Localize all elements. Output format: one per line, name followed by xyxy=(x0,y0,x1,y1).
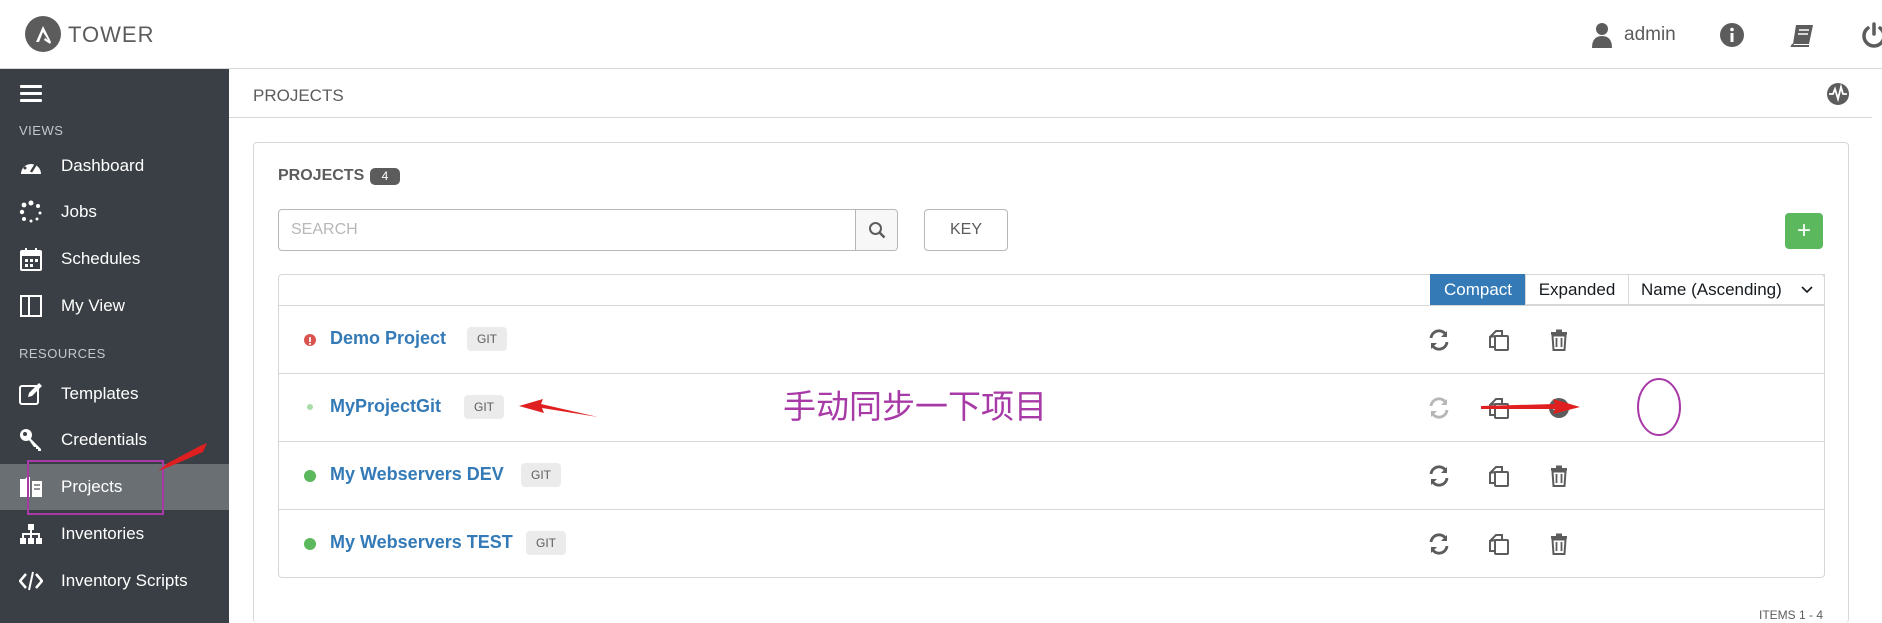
resources-section-label: RESOURCES xyxy=(19,346,106,361)
panel-title: PROJECTS xyxy=(278,167,365,184)
info-icon[interactable] xyxy=(1719,22,1745,48)
project-row: MyProjectGit GIT xyxy=(279,374,1824,442)
scm-type-badge: GIT xyxy=(521,463,561,487)
copy-icon[interactable] xyxy=(1486,531,1512,557)
success-status-icon[interactable] xyxy=(304,470,316,482)
documentation-book-icon[interactable] xyxy=(1790,22,1816,48)
project-row: Demo Project GIT xyxy=(279,306,1824,374)
views-section-label: VIEWS xyxy=(19,123,64,138)
sidebar-item-label: Schedules xyxy=(61,249,141,268)
sidebar-item-templates[interactable]: Templates xyxy=(0,371,229,417)
copy-icon[interactable] xyxy=(1486,327,1512,353)
project-row: My Webservers TEST GIT xyxy=(279,510,1824,578)
pending-status-icon[interactable] xyxy=(307,404,313,410)
sidebar-item-label: My View xyxy=(61,296,125,315)
calendar-icon xyxy=(19,247,43,271)
projects-list: Compact Expanded Name (Ascending) Demo P… xyxy=(278,274,1825,578)
sidebar-item-label: Dashboard xyxy=(61,156,145,175)
sidebar-item-dashboard[interactable]: Dashboard xyxy=(0,143,229,189)
project-name-link[interactable]: My Webservers DEV xyxy=(330,464,504,485)
search-box xyxy=(278,209,898,251)
tower-logo-icon[interactable] xyxy=(25,16,61,52)
delete-trash-icon[interactable] xyxy=(1546,327,1572,353)
sync-refresh-icon[interactable] xyxy=(1426,327,1452,353)
sort-select[interactable]: Name (Ascending) xyxy=(1628,274,1825,305)
key-button[interactable]: KEY xyxy=(924,209,1008,251)
sidebar-item-label: Projects xyxy=(61,477,123,496)
project-name-link[interactable]: My Webservers TEST xyxy=(330,532,513,553)
compact-view-button[interactable]: Compact xyxy=(1430,274,1526,305)
sync-refresh-icon[interactable] xyxy=(1426,395,1452,421)
jobs-spinner-icon xyxy=(19,200,43,224)
copy-icon[interactable] xyxy=(1486,395,1512,421)
breadcrumb-projects: PROJECTS xyxy=(253,86,344,105)
sitemap-icon xyxy=(19,522,43,546)
sidebar-item-label: Inventories xyxy=(61,524,145,543)
sidebar-item-schedules[interactable]: Schedules xyxy=(0,236,229,282)
add-project-button[interactable]: + xyxy=(1785,213,1823,249)
breadcrumb-bar: PROJECTS xyxy=(229,69,1872,118)
success-status-icon[interactable] xyxy=(304,538,316,550)
columns-icon xyxy=(19,294,43,318)
sync-refresh-icon[interactable] xyxy=(1426,531,1452,557)
projects-panel: PROJECTS 4 KEY + Compact Expanded Name (… xyxy=(253,142,1849,623)
sidebar-item-projects[interactable]: Projects xyxy=(0,464,229,510)
sync-refresh-icon[interactable] xyxy=(1426,463,1452,489)
key-icon xyxy=(19,428,43,452)
sidebar-item-label: Credentials xyxy=(61,430,147,449)
failed-status-icon[interactable] xyxy=(304,334,316,346)
dashboard-icon xyxy=(19,154,43,178)
logout-power-icon[interactable] xyxy=(1860,21,1882,49)
sidebar-item-jobs[interactable]: Jobs xyxy=(0,189,229,235)
search-button[interactable] xyxy=(855,210,897,250)
project-name-link[interactable]: Demo Project xyxy=(330,328,446,349)
project-name-link[interactable]: MyProjectGit xyxy=(330,396,441,417)
logo-text[interactable]: TOWER xyxy=(68,22,154,48)
activity-stream-icon[interactable] xyxy=(1826,82,1850,106)
search-input[interactable] xyxy=(279,210,857,250)
annotation-text: 手动同步一下项目 xyxy=(783,388,1047,425)
scm-type-badge: GIT xyxy=(467,327,507,351)
sidebar-item-my-view[interactable]: My View xyxy=(0,283,229,329)
top-navbar: TOWER admin xyxy=(0,0,1882,69)
user-icon[interactable] xyxy=(1590,22,1614,48)
scm-type-badge: GIT xyxy=(526,531,566,555)
scm-type-badge: GIT xyxy=(464,395,504,419)
sidebar-item-label: Templates xyxy=(61,384,139,403)
sidebar-item-credentials[interactable]: Credentials xyxy=(0,417,229,463)
sidebar-item-label: Inventory Scripts xyxy=(61,571,188,590)
projects-count-badge: 4 xyxy=(370,168,400,185)
items-count: ITEMS 1 - 4 xyxy=(1759,608,1824,622)
delete-trash-icon[interactable] xyxy=(1546,463,1572,489)
copy-icon[interactable] xyxy=(1486,463,1512,489)
code-icon xyxy=(19,569,43,593)
expanded-view-button[interactable]: Expanded xyxy=(1525,274,1629,305)
sidebar-item-inventory-scripts[interactable]: Inventory Scripts xyxy=(0,558,229,604)
search-icon xyxy=(868,222,885,239)
list-toolbar: Compact Expanded Name (Ascending) xyxy=(279,274,1825,306)
cancel-sync-icon[interactable] xyxy=(1546,395,1572,421)
projects-icon xyxy=(19,475,43,499)
delete-trash-icon[interactable] xyxy=(1546,531,1572,557)
sidebar: VIEWS Dashboard Jobs Schedules My View R… xyxy=(0,69,229,623)
project-row: My Webservers DEV GIT xyxy=(279,442,1824,510)
sidebar-item-inventories[interactable]: Inventories xyxy=(0,511,229,557)
chevron-down-icon xyxy=(1801,286,1813,294)
edit-icon xyxy=(19,382,43,406)
sidebar-item-label: Jobs xyxy=(61,202,97,221)
user-name-link[interactable]: admin xyxy=(1624,24,1676,46)
sort-select-value: Name (Ascending) xyxy=(1641,279,1782,299)
hamburger-menu-icon[interactable] xyxy=(20,85,42,103)
